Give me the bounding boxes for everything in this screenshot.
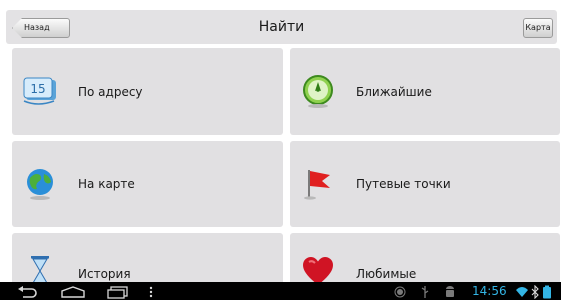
tile-favorites[interactable]: Любимые	[290, 233, 560, 282]
recent-apps-nav-icon[interactable]	[106, 284, 130, 299]
system-nav-bar: 14:56	[0, 282, 561, 300]
tile-nearest-label: Ближайшие	[356, 85, 432, 99]
address-book-icon: 15	[22, 73, 58, 109]
heart-icon	[300, 253, 336, 282]
header-bar: Найти Назад Карта	[6, 10, 557, 44]
android-debug-icon	[444, 284, 456, 298]
status-clock: 14:56	[472, 284, 507, 298]
wifi-icon	[516, 284, 528, 298]
tile-by-address-label: По адресу	[78, 85, 143, 99]
red-flag-icon	[300, 166, 336, 202]
battery-icon	[542, 284, 552, 299]
hourglass-icon	[22, 253, 58, 282]
page-title: Найти	[258, 19, 305, 35]
home-nav-icon[interactable]	[60, 284, 86, 298]
compass-icon	[300, 73, 336, 109]
tile-nearest[interactable]: Ближайшие	[290, 48, 560, 135]
search-screen: Найти Назад Карта 15 По адресу Ближайшие…	[0, 0, 561, 282]
gps-icon	[394, 284, 406, 298]
tile-on-map[interactable]: На карте	[12, 141, 283, 227]
back-button-label: Назад	[24, 23, 50, 32]
tile-waypoints-label: Путевые точки	[356, 177, 451, 191]
map-button[interactable]: Карта	[523, 18, 553, 38]
menu-dots-icon[interactable]	[148, 284, 154, 298]
globe-icon	[22, 166, 58, 202]
tile-waypoints[interactable]: Путевые точки	[290, 141, 560, 227]
tile-history[interactable]: История	[12, 233, 283, 282]
tile-history-label: История	[78, 267, 131, 281]
usb-icon	[420, 284, 430, 298]
back-button[interactable]: Назад	[12, 18, 70, 38]
tile-favorites-label: Любимые	[356, 267, 417, 281]
tile-on-map-label: На карте	[78, 177, 135, 191]
address-icon-number: 15	[30, 82, 45, 96]
tile-by-address[interactable]: 15 По адресу	[12, 48, 283, 135]
bluetooth-icon	[531, 284, 539, 300]
back-nav-icon[interactable]	[16, 284, 38, 298]
